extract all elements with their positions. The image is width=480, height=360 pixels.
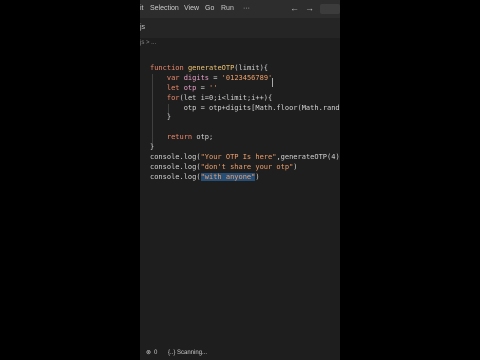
menu-item-selection[interactable]: Selection xyxy=(150,5,179,12)
code-line[interactable]: console.log("Your OTP Is here",generateO… xyxy=(150,153,340,163)
error-icon[interactable]: ⊗ xyxy=(146,349,151,356)
code-line[interactable]: var digits = '0123456789' xyxy=(150,74,340,84)
code-token: otp xyxy=(183,83,197,92)
code-token: console.log( xyxy=(150,172,201,181)
error-count[interactable]: 0 xyxy=(154,350,157,356)
code-token: "Your OTP Is here" xyxy=(200,153,277,162)
code-token: (let i=0;i<limit;i++){ xyxy=(179,93,273,102)
code-line[interactable]: for(let i=0;i<limit;i++){ xyxy=(150,94,340,104)
code-line[interactable]: } xyxy=(150,113,340,123)
code-line[interactable]: console.log("with anyone") xyxy=(150,172,340,183)
code-token: console.log( xyxy=(150,153,201,162)
code-token: } xyxy=(150,143,155,152)
code-line[interactable]: let otp = '' xyxy=(150,84,340,94)
forward-arrow-icon[interactable]: → xyxy=(305,3,314,13)
code-token: function xyxy=(150,64,188,72)
code-token: (limit){ xyxy=(234,64,269,72)
code-token: ,generateOTP(4)) xyxy=(276,153,340,162)
code-token: ) xyxy=(255,172,260,181)
code-area[interactable]: function generateOTP(limit){ var digits … xyxy=(150,64,340,183)
code-line[interactable]: return otp; xyxy=(150,133,340,143)
code-line[interactable]: } xyxy=(150,143,340,153)
breadcrumb: js > ... xyxy=(140,40,157,46)
code-token: for xyxy=(150,93,180,102)
code-token: '0123456789' xyxy=(221,73,273,82)
code-token: = xyxy=(196,83,210,92)
status-bar: ⊗ 0 {..} Scanning... xyxy=(140,346,340,360)
menu-bar: it Selection View Go Run ··· ← → xyxy=(140,0,340,18)
menu-item-more[interactable]: ··· xyxy=(243,5,250,12)
tab-bar: js xyxy=(140,18,340,38)
file-tab[interactable]: js xyxy=(140,24,145,31)
scanning-status[interactable]: {..} Scanning... xyxy=(168,350,207,356)
menu-item-edit-partial[interactable]: it xyxy=(140,5,144,12)
code-token: "with anyone" xyxy=(200,172,256,181)
search-box[interactable] xyxy=(320,4,340,14)
code-token: ) xyxy=(293,162,298,171)
code-token: otp; xyxy=(196,133,214,142)
code-token: otp = otp+digits[Math.floor(Math.random(… xyxy=(150,103,340,112)
code-line[interactable]: function generateOTP(limit){ xyxy=(150,64,340,74)
back-arrow-icon[interactable]: ← xyxy=(290,3,299,13)
code-token: var xyxy=(150,73,184,82)
code-token: "don't share your otp" xyxy=(200,162,294,171)
menu-item-go[interactable]: Go xyxy=(205,5,214,12)
code-token: } xyxy=(150,113,172,122)
code-token: return xyxy=(150,133,197,142)
code-token: generateOTP xyxy=(187,64,235,72)
code-line[interactable]: console.log("don't share your otp") xyxy=(150,163,340,173)
menu-item-run[interactable]: Run xyxy=(221,5,234,12)
code-line[interactable] xyxy=(150,123,340,133)
code-token: console.log( xyxy=(150,162,201,171)
code-token: = xyxy=(209,73,222,82)
menu-item-view[interactable]: View xyxy=(184,5,199,12)
code-token: let xyxy=(150,83,184,92)
code-token: digits xyxy=(183,73,210,82)
code-token: '' xyxy=(209,83,218,92)
code-line[interactable]: otp = otp+digits[Math.floor(Math.random(… xyxy=(150,104,340,114)
editor-window: it Selection View Go Run ··· ← → js js >… xyxy=(140,0,340,360)
